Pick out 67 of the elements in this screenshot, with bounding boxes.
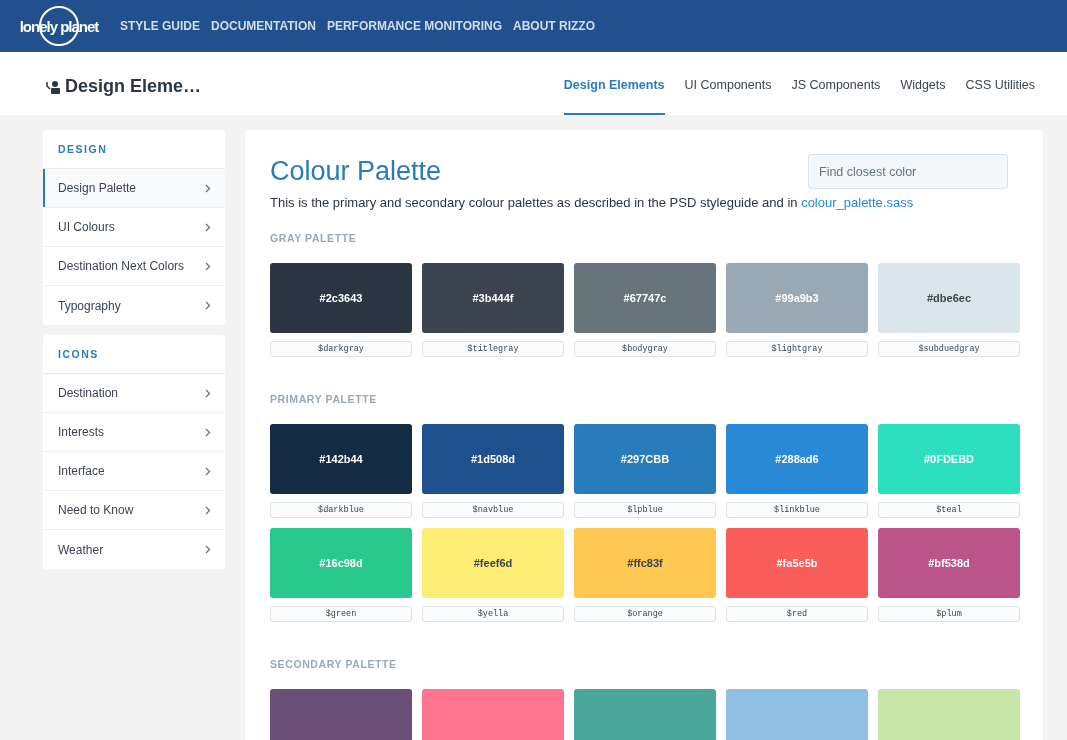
color-swatch: #142b44 — [270, 424, 412, 494]
nav-link[interactable]: DOCUMENTATION — [211, 19, 316, 33]
variable-label: $lightgray — [726, 341, 868, 357]
color-swatch: #2c3643 — [270, 263, 412, 333]
tab[interactable]: Widgets — [900, 52, 946, 115]
tab[interactable]: Design Elements — [563, 52, 665, 115]
sidebar-item-label: UI Colours — [58, 220, 115, 234]
variable-label: $bodygray — [574, 341, 716, 357]
color-swatch: #1d508d — [422, 424, 564, 494]
sidebar-item[interactable]: Design Palette — [43, 169, 225, 208]
variable-label: $darkgray — [270, 341, 412, 357]
color-swatch: #0FDEBD — [878, 424, 1020, 494]
variable-label: $green — [270, 606, 412, 622]
chevron-right-icon — [205, 222, 211, 232]
chevron-right-icon — [205, 261, 211, 271]
chevron-right-icon — [205, 183, 211, 193]
color-swatch: #99a9b3 — [726, 263, 868, 333]
sidebar-item-label: Typography — [58, 298, 121, 313]
color-swatch: #297CBB — [574, 424, 716, 494]
sidebar-item-label: Weather — [58, 542, 104, 557]
sidebar-item-label: Interface — [58, 464, 105, 478]
color-swatch: #ffc83f — [574, 528, 716, 598]
chevron-right-icon — [205, 545, 211, 554]
sidebar-item-label: Destination Next Colors — [58, 259, 185, 273]
variable-label: $teal — [878, 502, 1020, 518]
variable-label: $red — [726, 606, 868, 622]
color-swatch: #fa5e5b — [726, 528, 868, 598]
variable-label: $plum — [878, 606, 1020, 622]
sidebar-item-label: Need to Know — [58, 503, 134, 517]
chevron-right-icon — [205, 427, 211, 437]
color-swatch: #3b444f — [422, 263, 564, 333]
figure-icon — [45, 78, 61, 95]
variable-label: $orange — [574, 606, 716, 622]
search-field[interactable]: Find closest color — [808, 154, 1008, 189]
variable-label: $yella — [422, 606, 564, 622]
sidebar-item-label: Destination — [58, 386, 119, 400]
variable-label: $darkblue — [270, 502, 412, 518]
intro-text: This is the primary and secondary colour palettes as described in the PSD styleguide and in colour_palette.sass — [270, 195, 915, 210]
color-swatch: #bf538d — [878, 528, 1020, 598]
chevron-right-icon — [205, 466, 211, 476]
palette-heading: PRIMARY PALETTE — [270, 393, 378, 405]
color-swatch: #feef6d — [422, 528, 564, 598]
nav-link[interactable]: STYLE GUIDE — [120, 19, 200, 33]
color-swatch: #288ad6 — [726, 424, 868, 494]
chevron-right-icon — [205, 301, 211, 310]
sass-file-link[interactable]: colour_palette.sass — [801, 195, 914, 210]
color-swatch: #16c98d — [270, 528, 412, 598]
palette-heading: GRAY PALETTE — [270, 232, 358, 244]
sidebar-item-label: Interests — [58, 425, 105, 439]
chevron-right-icon — [205, 505, 211, 515]
tab[interactable]: UI Components — [684, 52, 772, 115]
nav-link[interactable]: PERFORMANCE MONITORING — [326, 19, 503, 33]
variable-label: $titlegray — [422, 341, 564, 357]
tab[interactable]: JS Components — [791, 52, 881, 115]
palette-heading: SECONDARY PALETTE — [270, 658, 398, 670]
color-swatch: #67747c — [574, 263, 716, 333]
variable-label: $navblue — [422, 502, 564, 518]
nav-link[interactable]: ABOUT RIZZO — [513, 19, 596, 33]
sidebar-item-label: Design Palette — [58, 181, 137, 195]
chevron-right-icon — [205, 388, 211, 398]
tab[interactable]: CSS Utilities — [965, 52, 1035, 115]
color-swatch: #dbe6ec — [878, 263, 1020, 333]
variable-label: $lpblue — [574, 502, 716, 518]
variable-label: $linkblue — [726, 502, 868, 518]
section-title: Colour Palette — [270, 156, 442, 187]
variable-label: $subduedgray — [878, 341, 1020, 357]
page-title: Design Eleme… — [65, 76, 202, 97]
